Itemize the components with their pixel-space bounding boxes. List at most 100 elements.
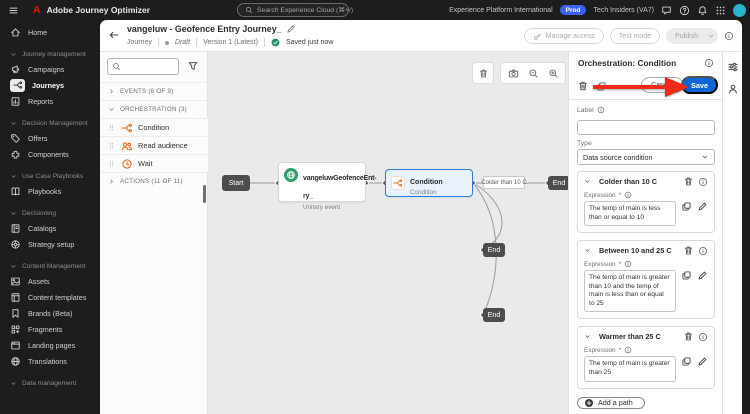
version-label[interactable]: Version 1 (Latest) xyxy=(203,39,258,46)
properties-sliders-icon[interactable] xyxy=(727,61,739,73)
sidebar-item-journeys[interactable]: Journeys xyxy=(0,77,100,93)
palette-section-label: EVENTS (8 OF 9) xyxy=(120,88,174,95)
app-switcher-icon[interactable] xyxy=(715,5,726,16)
manage-access-button[interactable]: Manage access xyxy=(523,28,604,44)
add-path-button[interactable]: Add a path xyxy=(577,396,645,409)
sidebar-section-label: Journey management xyxy=(22,50,86,58)
end-node-3[interactable]: End xyxy=(483,308,505,322)
sidebar-item-components[interactable]: Components xyxy=(0,146,100,162)
sidebar-section-decision-management[interactable]: Decision Management xyxy=(0,116,100,130)
path-info-icon[interactable] xyxy=(698,246,708,256)
audience-icon xyxy=(121,140,133,152)
expression-field[interactable]: The temp of main is less than or equal t… xyxy=(584,201,676,227)
palette-section-orchestration[interactable]: ORCHESTRATION (3) xyxy=(100,100,208,118)
palette-item-condition[interactable]: Condition xyxy=(100,118,208,136)
profile-person-icon[interactable] xyxy=(727,83,739,95)
sidebar-section-use-case-playbooks[interactable]: Use Case Playbooks xyxy=(0,169,100,183)
delete-path-trash-icon[interactable] xyxy=(683,331,694,342)
copy-expression-icon[interactable] xyxy=(681,201,692,212)
delete-path-trash-icon[interactable] xyxy=(683,176,694,187)
snapshot-camera-icon[interactable] xyxy=(508,68,519,79)
delete-path-trash-icon[interactable] xyxy=(683,245,694,256)
palette-item-label: Condition xyxy=(138,123,170,132)
collapse-chevron-icon[interactable] xyxy=(584,247,591,254)
publish-button[interactable]: Publish xyxy=(666,28,704,44)
expression-info-icon[interactable] xyxy=(624,346,632,354)
end-node-1[interactable]: End xyxy=(548,176,570,190)
end-node-2[interactable]: End xyxy=(483,243,505,257)
sidebar-item-brands-beta[interactable]: Brands (Beta) xyxy=(0,305,100,321)
copy-expression-icon[interactable] xyxy=(681,270,692,281)
back-arrow-icon[interactable] xyxy=(108,29,120,41)
start-node[interactable]: Start xyxy=(222,175,250,191)
hamburger-menu-icon[interactable] xyxy=(8,5,19,16)
notifications-bell-icon[interactable] xyxy=(697,5,708,16)
sidebar-item-landing-pages[interactable]: Landing pages xyxy=(0,337,100,353)
sidebar-item-assets[interactable]: Assets xyxy=(0,273,100,289)
global-search[interactable]: Search Experience Cloud (⌘+/) xyxy=(237,3,353,17)
sidebar-section-data-management[interactable]: Data management xyxy=(0,376,100,390)
sidebar-item-home[interactable]: Home xyxy=(0,24,100,40)
chevron-down-icon xyxy=(701,153,709,161)
journey-canvas[interactable]: Start vangeluwGeofenceEnt-ry_ Unitary ev… xyxy=(208,52,570,414)
type-select[interactable]: Data source condition xyxy=(577,149,715,165)
header-info-icon[interactable] xyxy=(724,31,734,41)
canvas-delete-button[interactable] xyxy=(472,62,494,84)
expression-field[interactable]: The temp of main is greater than 25 xyxy=(584,356,676,382)
publish-dropdown-button[interactable] xyxy=(704,28,718,44)
sidebar-item-offers[interactable]: Offers xyxy=(0,130,100,146)
path-info-icon[interactable] xyxy=(698,177,708,187)
filter-icon[interactable] xyxy=(187,60,199,72)
sidebar-item-translations[interactable]: Translations xyxy=(0,353,100,369)
sidebar-item-playbooks[interactable]: Playbooks xyxy=(0,183,100,199)
avatar[interactable] xyxy=(733,3,746,17)
expression-info-icon[interactable] xyxy=(624,191,632,199)
drag-handle-icon[interactable] xyxy=(107,141,116,150)
panel-info-icon[interactable] xyxy=(704,58,714,68)
label-info-icon[interactable] xyxy=(597,106,605,114)
palette-item-wait[interactable]: Wait xyxy=(100,154,208,172)
adobe-logo[interactable]: A xyxy=(33,5,41,16)
expression-info-icon[interactable] xyxy=(624,260,632,268)
palette-section-events[interactable]: EVENTS (8 OF 9) xyxy=(100,82,208,100)
copy-expression-icon[interactable] xyxy=(681,356,692,367)
drag-handle-icon[interactable] xyxy=(107,123,116,132)
sidebar-item-fragments[interactable]: Fragments xyxy=(0,321,100,337)
collapse-chevron-icon[interactable] xyxy=(584,178,591,185)
app-window: A Adobe Journey Optimizer Search Experie… xyxy=(0,0,750,414)
label-input[interactable] xyxy=(577,120,715,135)
condition-node[interactable]: Condition Condition xyxy=(385,169,473,197)
expression-field[interactable]: The temp of main is greater than 10 and … xyxy=(584,270,676,313)
sidebar-section-label: Decisioning xyxy=(22,209,57,217)
sidebar-item-campaigns[interactable]: Campaigns xyxy=(0,61,100,77)
palette-scrollbar[interactable] xyxy=(203,185,206,203)
collapse-chevron-icon[interactable] xyxy=(584,333,591,340)
delete-node-trash-icon[interactable] xyxy=(577,80,589,92)
sidebar-item-label: Strategy setup xyxy=(28,239,75,249)
test-mode-button[interactable]: Test mode xyxy=(609,28,661,44)
help-icon[interactable] xyxy=(679,5,690,16)
node-palette: EVENTS (8 OF 9) ORCHESTRATION (3) Conditio… xyxy=(100,52,208,414)
edit-expression-pencil-icon[interactable] xyxy=(697,201,708,212)
sidebar-section-journey-management[interactable]: Journey management xyxy=(0,47,100,61)
sidebar-item-content-templates[interactable]: Content templates xyxy=(0,289,100,305)
edit-expression-pencil-icon[interactable] xyxy=(697,270,708,281)
zoom-out-icon[interactable] xyxy=(528,68,539,79)
sidebar-item-catalogs[interactable]: Catalogs xyxy=(0,220,100,236)
sidebar-item-reports[interactable]: Reports xyxy=(0,93,100,109)
sidebar-item-strategy-setup[interactable]: Strategy setup xyxy=(0,236,100,252)
palette-search-input[interactable] xyxy=(107,58,179,75)
sidebar-section-content-management[interactable]: Content Management xyxy=(0,259,100,273)
drag-handle-icon[interactable] xyxy=(107,159,116,168)
sidebar-section-decisioning[interactable]: Decisioning xyxy=(0,206,100,220)
path-label-chip[interactable]: Colder than 10 C xyxy=(481,176,527,189)
zoom-in-icon[interactable] xyxy=(548,68,559,79)
edit-expression-pencil-icon[interactable] xyxy=(697,356,708,367)
palette-section-actions[interactable]: ACTIONS (11 OF 11) xyxy=(100,172,208,190)
path-info-icon[interactable] xyxy=(698,332,708,342)
palette-item-read-audience[interactable]: Read audience xyxy=(100,136,208,154)
edit-title-pencil-icon[interactable] xyxy=(286,24,296,34)
event-node[interactable]: vangeluwGeofenceEnt-ry_ Unitary event xyxy=(278,162,377,211)
feedback-icon[interactable] xyxy=(661,5,672,16)
tenant-name[interactable]: Tech Insiders (VA7) xyxy=(593,7,654,14)
